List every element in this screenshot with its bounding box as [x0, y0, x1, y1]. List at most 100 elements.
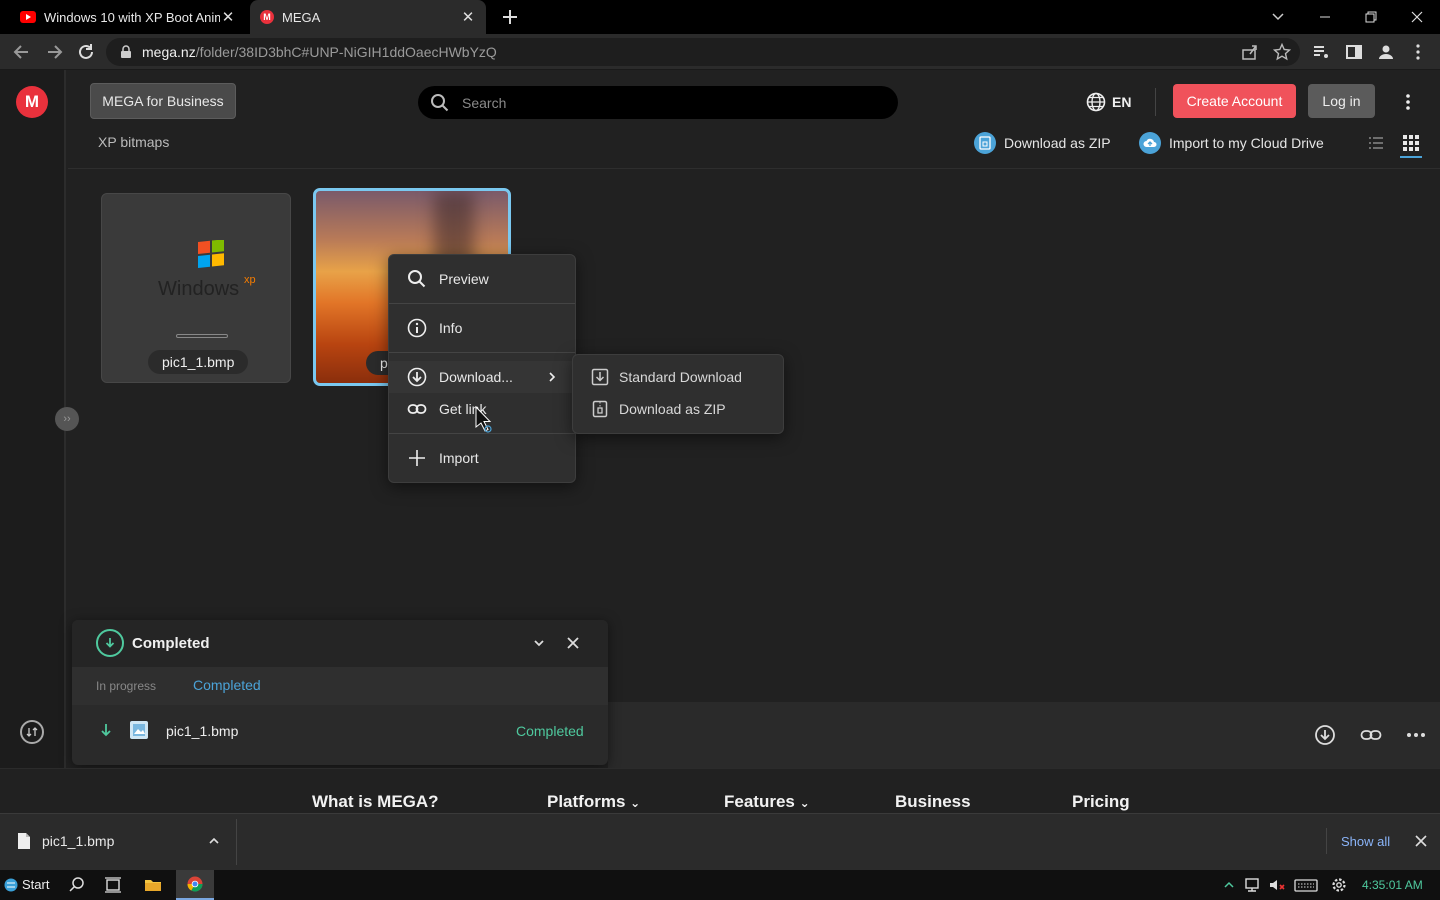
file-card[interactable]: Windows xp pic1_1.bmp [101, 193, 291, 383]
search-input[interactable] [462, 94, 862, 111]
toolbar-divider [68, 168, 1440, 169]
tab-youtube[interactable]: Windows 10 with XP Boot Anima ✕ [10, 0, 246, 34]
thumbnail-sup: xp [244, 274, 256, 286]
close-tab-icon[interactable]: ✕ [220, 8, 236, 26]
search-box[interactable] [418, 86, 898, 119]
transfer-row[interactable]: pic1_1.bmp Completed [72, 706, 608, 756]
chevron-right-icon [549, 372, 556, 382]
taskbar-chrome-active[interactable] [176, 870, 214, 900]
download-item[interactable]: pic1_1.bmp [16, 832, 220, 850]
list-view-icon[interactable] [1367, 134, 1385, 152]
footer-link-features[interactable]: Features ⌄ [724, 792, 810, 812]
close-shelf-icon[interactable] [1415, 835, 1427, 847]
volume-muted-icon[interactable] [1268, 876, 1286, 894]
search-icon [408, 270, 426, 288]
create-account-button[interactable]: Create Account [1173, 84, 1296, 118]
menu-divider [389, 352, 575, 353]
download-file-icon [591, 368, 609, 386]
browser-tab-bar: Windows 10 with XP Boot Anima ✕ M MEGA ✕ [0, 0, 1440, 34]
settings-gear-icon[interactable] [1330, 876, 1348, 894]
menu-item-preview[interactable]: Preview [389, 263, 575, 295]
new-tab-icon[interactable] [500, 7, 520, 27]
minimize-icon[interactable] [1302, 0, 1348, 34]
menu-item-import[interactable]: Import [389, 442, 575, 474]
chevron-up-icon[interactable] [208, 835, 220, 847]
start-label: Start [22, 877, 50, 892]
youtube-icon [20, 11, 36, 23]
file-icon [18, 833, 30, 849]
tab-mega[interactable]: M MEGA ✕ [250, 0, 486, 34]
mega-logo-icon[interactable]: M [16, 86, 48, 118]
download-zip-action[interactable]: Download as ZIP [974, 132, 1111, 154]
transfer-panel-title: Completed [132, 635, 210, 652]
mega-icon: M [260, 10, 274, 24]
reload-icon[interactable] [76, 42, 96, 62]
start-button[interactable]: Start [4, 877, 49, 892]
mouse-cursor-icon [475, 406, 492, 433]
link-icon [407, 404, 427, 414]
header-divider [1155, 88, 1156, 116]
menu-item-info[interactable]: Info [389, 312, 575, 344]
download-icon[interactable] [1314, 724, 1336, 746]
restore-icon[interactable] [1348, 0, 1394, 34]
task-view-icon[interactable] [104, 876, 122, 894]
collapse-rail-icon[interactable]: ›› [55, 407, 79, 431]
show-all-link[interactable]: Show all [1341, 834, 1390, 849]
side-panel-icon[interactable] [1345, 43, 1363, 61]
menu-item-download[interactable]: Download... [389, 361, 575, 393]
submenu-standard-download[interactable]: Standard Download [591, 365, 742, 389]
search-icon[interactable] [68, 876, 86, 894]
url-path: /folder/38ID3bhC#UNP-NiGIH1ddOaecHWbYzQ [195, 44, 497, 60]
submenu-label: Standard Download [619, 369, 742, 385]
forward-icon[interactable] [44, 42, 64, 62]
footer-link-business[interactable]: Business [895, 792, 971, 812]
download-arrow-icon [101, 724, 111, 737]
back-icon[interactable] [12, 42, 32, 62]
tab-in-progress[interactable]: In progress [96, 679, 156, 693]
profile-icon[interactable] [1377, 43, 1395, 61]
breadcrumb[interactable]: XP bitmaps [98, 134, 169, 150]
zip-icon [974, 132, 996, 154]
footer-link-platforms[interactable]: Platforms ⌄ [547, 792, 640, 812]
menu-item-label: Info [439, 320, 463, 336]
file-explorer-icon[interactable] [144, 876, 162, 894]
keyboard-icon[interactable] [1294, 876, 1318, 894]
lock-icon[interactable] [120, 45, 132, 59]
import-cloud-action[interactable]: Import to my Cloud Drive [1139, 132, 1324, 154]
more-options-icon[interactable] [1398, 92, 1418, 112]
reading-list-icon[interactable] [1312, 43, 1330, 61]
file-name: pic1_1.bmp [148, 350, 249, 374]
bookmark-star-icon[interactable] [1273, 43, 1291, 61]
url-field[interactable]: mega.nz/folder/38ID3bhC#UNP-NiGIH1ddOaec… [106, 38, 1300, 66]
mega-for-business-button[interactable]: MEGA for Business [90, 83, 236, 119]
tab-title: MEGA [282, 9, 321, 25]
footer-link-pricing[interactable]: Pricing [1072, 792, 1130, 812]
close-tab-icon[interactable]: ✕ [460, 8, 476, 26]
tray-expand-icon[interactable] [1222, 876, 1236, 894]
link-icon[interactable] [1360, 724, 1382, 746]
transfer-manager-icon[interactable] [20, 720, 44, 744]
download-complete-icon [96, 629, 124, 657]
grid-view-icon[interactable] [1402, 134, 1420, 152]
close-window-icon[interactable] [1394, 0, 1440, 34]
menu-item-label: Preview [439, 271, 489, 287]
submenu-download-zip[interactable]: Download as ZIP [591, 397, 726, 421]
more-icon[interactable] [1405, 724, 1427, 746]
footer-link-what-is-mega[interactable]: What is MEGA? [312, 792, 439, 812]
share-icon[interactable] [1241, 43, 1259, 61]
language-selector[interactable]: EN [1086, 92, 1131, 112]
tab-title: Windows 10 with XP Boot Anima [44, 9, 220, 25]
transfer-panel: Completed In progress Completed pic1_1.b… [72, 620, 608, 765]
info-icon [407, 318, 427, 338]
tab-completed[interactable]: Completed [193, 677, 261, 693]
browser-menu-icon[interactable] [1409, 43, 1427, 61]
menu-divider [389, 303, 575, 304]
submenu-label: Download as ZIP [619, 401, 726, 417]
chevron-down-icon[interactable] [532, 636, 546, 650]
thumbnail-text: Windows [158, 278, 240, 300]
close-icon[interactable] [566, 636, 580, 650]
tab-search-icon[interactable] [1255, 0, 1301, 34]
network-icon[interactable] [1244, 876, 1262, 894]
log-in-button[interactable]: Log in [1308, 84, 1375, 118]
transfer-panel-header[interactable]: Completed [72, 620, 608, 667]
